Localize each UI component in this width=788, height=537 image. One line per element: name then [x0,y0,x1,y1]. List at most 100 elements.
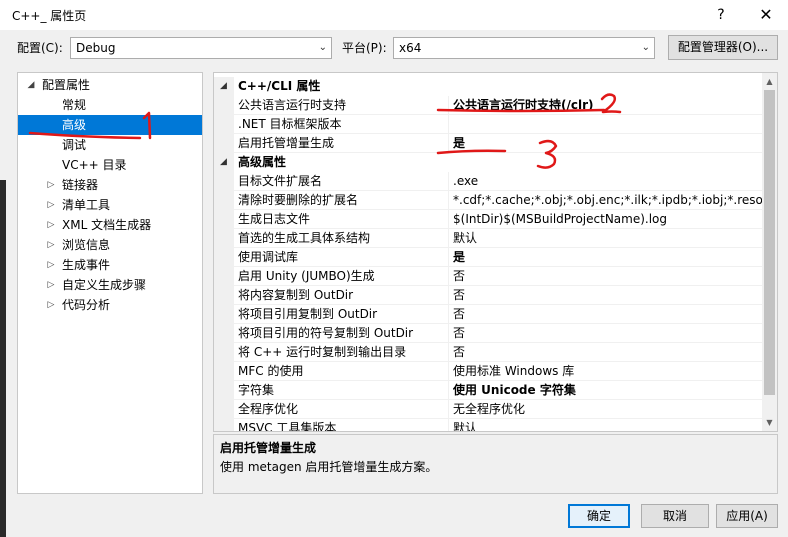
cancel-button[interactable]: 取消 [641,504,709,528]
vertical-scrollbar[interactable]: ▲ ▼ [762,73,777,431]
collapsed-arrow-icon[interactable]: ▷ [46,175,56,195]
collapsed-arrow-icon[interactable]: ▷ [46,235,56,255]
row-gutter [214,115,234,134]
property-value[interactable]: 默认 [453,229,762,248]
help-button[interactable]: ? [706,2,736,28]
property-row[interactable]: 全程序优化 无全程序优化 [214,400,762,419]
column-separator [448,381,449,400]
column-separator [448,267,449,286]
property-row[interactable]: 生成日志文件 $(IntDir)$(MSBuildProjectName).log [214,210,762,229]
property-name: 启用托管增量生成 [238,136,335,150]
property-row[interactable]: 使用调试库 是 [214,248,762,267]
tree-item[interactable]: ▷ 生成事件 [18,255,202,275]
property-value[interactable]: *.cdf;*.cache;*.obj;*.obj.enc;*.ilk;*.ip… [453,191,762,210]
category-name: 高级属性 [238,155,287,169]
property-value[interactable]: $(IntDir)$(MSBuildProjectName).log [453,210,762,229]
expanded-arrow-icon[interactable]: ◢ [26,75,36,95]
column-separator [448,419,449,431]
property-name: 生成日志文件 [238,212,311,226]
category-row[interactable]: ◢ C++/CLI 属性 [214,77,762,96]
row-gutter [214,343,234,362]
property-tree[interactable]: ◢ 配置属性 常规 高级 调试 VC++ 目录 ▷ 链接器 ▷ 清单工具 ▷ XML 文档生成器 ▷ 浏览… [17,72,203,494]
collapsed-arrow-icon[interactable]: ▷ [46,295,56,315]
config-dropdown[interactable]: Debug ⌄ [70,37,332,59]
property-value[interactable]: 否 [453,286,762,305]
row-gutter [214,191,234,210]
tree-item[interactable]: ▷ 链接器 [18,175,202,195]
collapsed-arrow-icon[interactable]: ▷ [46,255,56,275]
row-gutter [214,286,234,305]
tree-item[interactable]: VC++ 目录 [18,155,202,175]
property-value[interactable]: 使用标准 Windows 库 [453,362,762,381]
tree-item[interactable]: 调试 [18,135,202,155]
property-name: 全程序优化 [238,402,299,416]
property-row[interactable]: 首选的生成工具体系结构 默认 [214,229,762,248]
property-row[interactable]: 将项目引用的符号复制到 OutDir 否 [214,324,762,343]
apply-button[interactable]: 应用(A) [716,504,778,528]
row-gutter [214,400,234,419]
property-name: 将项目引用的符号复制到 OutDir [238,326,414,340]
scroll-thumb[interactable] [764,90,775,395]
property-row[interactable]: 启用 Unity (JUMBO)生成 否 [214,267,762,286]
property-row[interactable]: 将内容复制到 OutDir 否 [214,286,762,305]
collapsed-arrow-icon[interactable]: ▷ [46,195,56,215]
config-label: 配置(C): [17,41,63,55]
category-row[interactable]: ◢ 高级属性 [214,153,762,172]
collapsed-arrow-icon[interactable]: ▷ [46,215,56,235]
property-row[interactable]: MFC 的使用 使用标准 Windows 库 [214,362,762,381]
property-value[interactable]: .exe [453,172,762,191]
property-value[interactable]: 否 [453,267,762,286]
tree-item-label: 生成事件 [62,258,111,272]
property-value[interactable]: 是 [453,134,762,153]
property-value[interactable]: 是 [453,248,762,267]
column-separator [448,115,449,134]
property-name: 启用 Unity (JUMBO)生成 [238,269,375,283]
property-value[interactable]: 否 [453,305,762,324]
property-grid[interactable]: ◢ C++/CLI 属性公共语言运行时支持 公共语言运行时支持(/clr) .NET … [213,72,778,432]
property-row[interactable]: 将 C++ 运行时复制到输出目录 否 [214,343,762,362]
tree-item-label: XML 文档生成器 [62,218,152,232]
property-value[interactable]: 否 [453,343,762,362]
scroll-up-icon[interactable]: ▲ [762,74,777,89]
row-gutter [214,96,234,115]
tree-item[interactable]: ◢ 配置属性 [18,75,202,95]
tree-item[interactable]: 常规 [18,95,202,115]
tree-item[interactable]: ▷ 浏览信息 [18,235,202,255]
property-row[interactable]: 目标文件扩展名 .exe [214,172,762,191]
property-row[interactable]: 字符集 使用 Unicode 字符集 [214,381,762,400]
collapsed-arrow-icon[interactable]: ▷ [46,275,56,295]
property-value[interactable]: 使用 Unicode 字符集 [453,381,762,400]
category-name: C++/CLI 属性 [238,79,321,93]
tree-item-label: 清单工具 [62,198,111,212]
column-separator [448,324,449,343]
tree-item[interactable]: ▷ 自定义生成步骤 [18,275,202,295]
column-separator [448,96,449,115]
scroll-down-icon[interactable]: ▼ [762,415,777,430]
property-row[interactable]: 启用托管增量生成 是 [214,134,762,153]
property-value[interactable]: 无全程序优化 [453,400,762,419]
tree-item[interactable]: 高级 [18,115,202,135]
property-value[interactable]: 默认 [453,419,762,431]
property-name: 清除时要删除的扩展名 [238,193,359,207]
expanded-arrow-icon[interactable]: ◢ [220,153,227,172]
property-row[interactable]: 公共语言运行时支持 公共语言运行时支持(/clr) [214,96,762,115]
ok-button[interactable]: 确定 [568,504,630,528]
property-name: 公共语言运行时支持 [238,98,347,112]
property-row[interactable]: 清除时要删除的扩展名 *.cdf;*.cache;*.obj;*.obj.enc;… [214,191,762,210]
tree-item[interactable]: ▷ XML 文档生成器 [18,215,202,235]
configuration-manager-button[interactable]: 配置管理器(O)... [668,35,778,60]
tree-item[interactable]: ▷ 代码分析 [18,295,202,315]
tree-item[interactable]: ▷ 清单工具 [18,195,202,215]
row-gutter [214,248,234,267]
description-title: 启用托管增量生成 [220,441,317,455]
row-gutter [214,305,234,324]
property-value[interactable]: 否 [453,324,762,343]
property-name: 将内容复制到 OutDir [238,288,354,302]
close-button[interactable]: ✕ [748,2,784,28]
property-value[interactable]: 公共语言运行时支持(/clr) [453,96,762,115]
platform-dropdown[interactable]: x64 ⌄ [393,37,655,59]
property-row[interactable]: 将项目引用复制到 OutDir 否 [214,305,762,324]
property-row[interactable]: .NET 目标框架版本 [214,115,762,134]
expanded-arrow-icon[interactable]: ◢ [220,77,227,96]
property-row[interactable]: MSVC 工具集版本 默认 [214,419,762,431]
